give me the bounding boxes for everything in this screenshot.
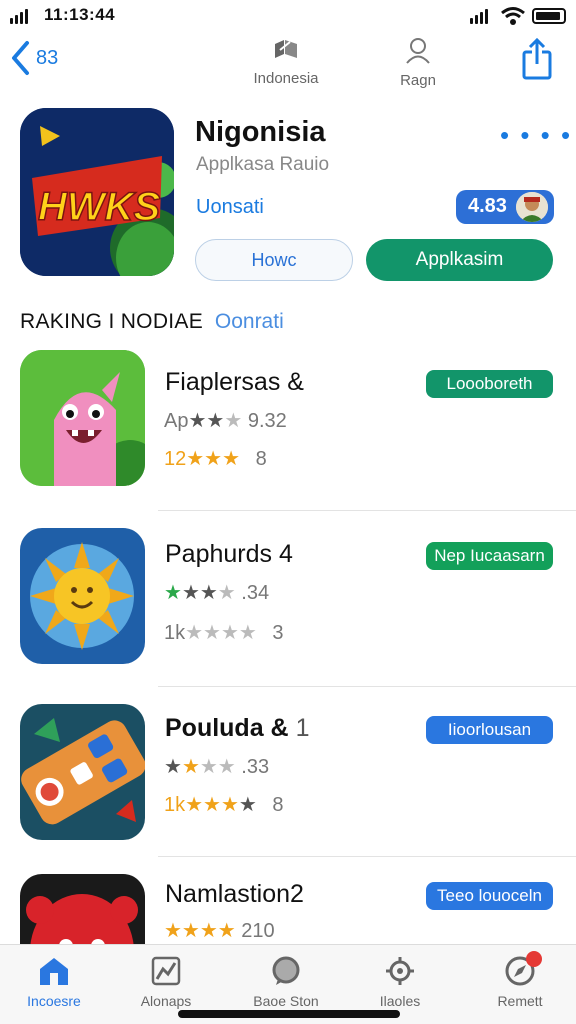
tab-updates[interactable]: Ilaoles [350,955,450,1009]
app-name: Paphurds 4 [165,540,293,568]
rating-value: 4.83 [468,195,507,217]
app-name: Fiaplersas & [165,368,304,396]
app-name: Namlastion2 [165,880,304,908]
tab-search[interactable]: Remett [470,951,570,1009]
app-icon-red-character [20,874,145,944]
notification-badge [526,951,542,967]
list-item[interactable]: Pouluda & 1 ★★★★ .33 1k★★★★ 8 Iioorlousa… [0,694,576,864]
cellular-icon [470,9,488,24]
downloads-line: 1k★★★★ 8 [164,794,284,816]
section-header: RAKING I NODIAE Oonrati [20,310,284,334]
status-bar: 11:13:44 [0,0,576,32]
app-name: Pouluda & 1 [165,714,310,742]
app-title: Nigonisia [195,116,326,148]
chevron-left-icon [12,41,29,75]
get-app-button[interactable]: Applkasim [366,239,553,281]
app-action-button[interactable]: Loooboreth [426,370,553,398]
divider [158,856,576,857]
wifi-icon [501,7,525,25]
tab-label: Alonaps [140,993,192,1009]
list-item[interactable]: Namlastion2 ★★★★ 210 Teeo louoceln [0,864,576,944]
signal-icon [10,9,28,24]
home-icon [40,958,68,985]
developer-link[interactable]: Uonsati [196,196,264,219]
secondary-button[interactable]: Howc [195,239,353,281]
list-item[interactable]: Fiaplersas & Ap★★★ 9.32 12★★★ 8 Looobore… [0,340,576,511]
app-subtitle: Applkasa Rauio [196,154,330,175]
nav-indonesia[interactable]: Indonesia [248,36,324,87]
chart-icon [151,956,181,986]
nav-region-label: Ragn [400,72,436,89]
downloads-line: 12★★★ 8 [164,448,267,470]
list-item[interactable]: Paphurds 4 ★★★★ .34 1k★★★★ 3 Nep Iucaasa… [0,518,576,688]
rating-badge: 4.83 [456,190,554,224]
downloads-line: 1k★★★★ 3 [164,622,284,644]
app-icon-sun [20,528,145,664]
app-action-button[interactable]: Iioorlousan [426,716,553,744]
more-options-button[interactable]: • • • • [500,120,572,151]
battery-icon [532,8,566,24]
tab-label: Ilaoles [379,993,421,1009]
divider [158,510,576,511]
avatar [516,192,548,222]
app-action-button[interactable]: Nep Iucaasarn [426,542,553,570]
back-button[interactable]: 83 [10,40,58,76]
rating-line: ★★★★ .33 [164,756,270,778]
back-label: 83 [36,46,59,69]
nav-region[interactable]: Ragn [390,36,446,89]
chat-icon [272,956,300,985]
tab-games[interactable]: Baoe Ston [236,955,336,1009]
rating-line: Ap★★★ 9.32 [164,410,287,432]
share-button[interactable] [520,37,554,85]
svg-text:HWKS: HWKS [38,185,161,229]
nav-indonesia-label: Indonesia [253,70,319,87]
divider [158,686,576,687]
section-title: RAKING I NODIAE [20,310,204,333]
rating-line: ★★★★ 210 [164,920,275,942]
tab-label: Incoesre [27,993,81,1009]
gear-icon [386,957,414,985]
share-icon [522,37,552,80]
app-action-button[interactable]: Teeo louoceln [426,882,553,910]
home-indicator [178,1010,400,1018]
section-link[interactable]: Oonrati [215,310,284,333]
rating-line: ★★★★ .34 [164,582,270,604]
featured-app-icon[interactable]: HWKS [20,108,174,276]
app-icon-board [20,704,145,840]
map-icon [275,40,297,58]
tab-apps[interactable]: Alonaps [116,955,216,1009]
status-time: 11:13:44 [44,5,116,24]
app-icon-monster [20,350,145,486]
tab-label: Remett [497,993,543,1009]
tab-label: Baoe Ston [253,993,319,1009]
person-icon [406,38,430,64]
tab-today[interactable]: Incoesre [4,955,104,1009]
